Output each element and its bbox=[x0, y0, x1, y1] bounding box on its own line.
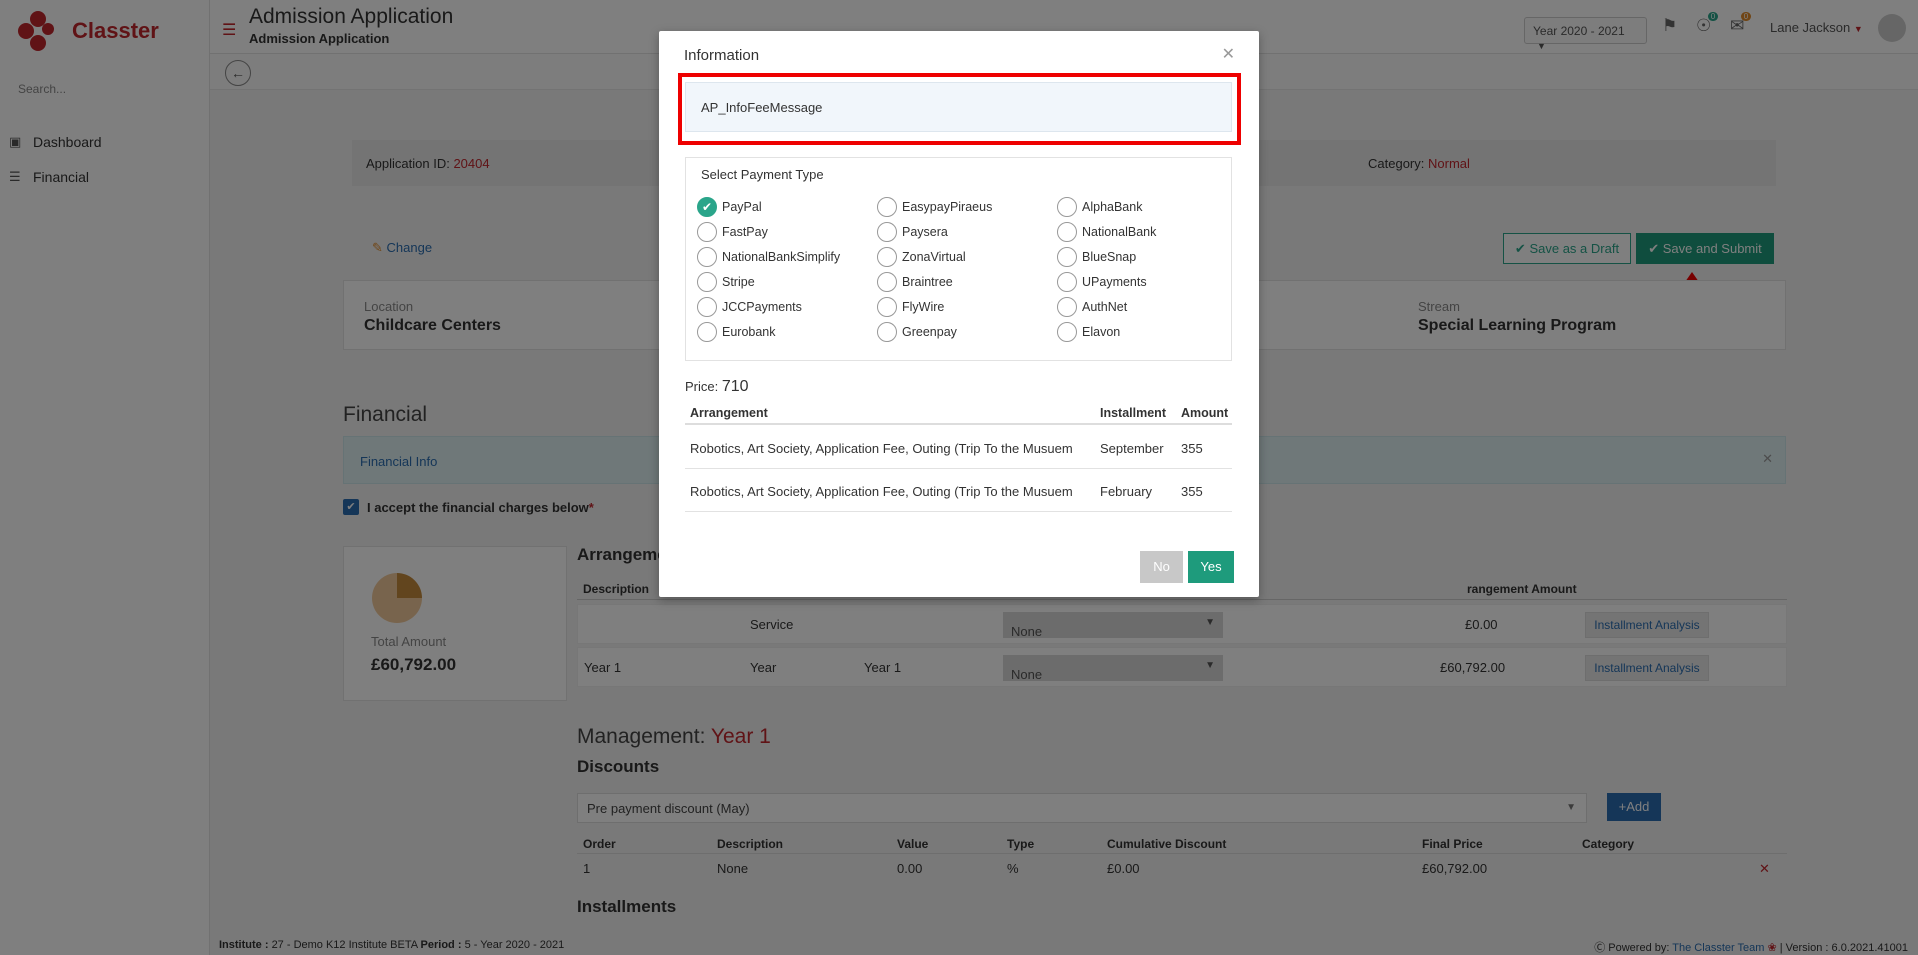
radio-icon[interactable] bbox=[1057, 297, 1077, 317]
yes-button[interactable]: Yes bbox=[1188, 551, 1234, 583]
close-icon[interactable]: ✕ bbox=[1222, 44, 1235, 64]
payment-option-label: FlyWire bbox=[902, 300, 945, 314]
payment-option-label: AuthNet bbox=[1082, 300, 1128, 314]
payment-option-stripe[interactable]: Stripe bbox=[697, 272, 755, 292]
payment-option-label: JCCPayments bbox=[722, 300, 802, 314]
table-row: Robotics, Art Society, Application Fee, … bbox=[685, 427, 1232, 469]
payment-option-label: EasypayPiraeus bbox=[902, 200, 993, 214]
price-value: 710 bbox=[721, 378, 749, 395]
payment-option-elavon[interactable]: Elavon bbox=[1057, 322, 1120, 342]
payment-option-label: Eurobank bbox=[722, 325, 776, 339]
radio-icon[interactable] bbox=[1057, 197, 1077, 217]
radio-checked-icon[interactable]: ✔ bbox=[697, 197, 717, 217]
payment-option-greenpay[interactable]: Greenpay bbox=[877, 322, 957, 342]
radio-icon[interactable] bbox=[877, 197, 897, 217]
payment-option-nationalbanksimplify[interactable]: NationalBankSimplify bbox=[697, 247, 840, 267]
payment-option-easypaypiraeus[interactable]: EasypayPiraeus bbox=[877, 197, 992, 217]
payment-option-jccpayments[interactable]: JCCPayments bbox=[697, 297, 802, 317]
information-dialog: Information ✕ AP_InfoFeeMessage Select P… bbox=[659, 31, 1259, 597]
payment-type-panel: Select Payment Type ✔ PayPal EasypayPiraeu… bbox=[685, 157, 1232, 361]
radio-icon[interactable] bbox=[1057, 322, 1077, 342]
payment-option-label: Stripe bbox=[722, 275, 755, 289]
radio-icon[interactable] bbox=[697, 322, 717, 342]
payment-option-label: FastPay bbox=[722, 225, 768, 239]
radio-icon[interactable] bbox=[1057, 272, 1077, 292]
payment-option-braintree[interactable]: Braintree bbox=[877, 272, 953, 292]
radio-icon[interactable] bbox=[877, 272, 897, 292]
radio-icon[interactable] bbox=[697, 222, 717, 242]
payment-option-paysera[interactable]: Paysera bbox=[877, 222, 948, 242]
payment-option-label: Paysera bbox=[902, 225, 948, 239]
no-button[interactable]: No bbox=[1140, 551, 1183, 583]
price: Price: 710 bbox=[685, 378, 749, 396]
payment-option-label: NationalBankSimplify bbox=[722, 250, 841, 264]
payment-type-title: Select Payment Type bbox=[701, 167, 824, 182]
annotation-highlight-box bbox=[678, 73, 1241, 145]
payment-option-label: BlueSnap bbox=[1082, 250, 1137, 264]
payment-option-bluesnap[interactable]: BlueSnap bbox=[1057, 247, 1136, 267]
payment-option-label: ZonaVirtual bbox=[902, 250, 966, 264]
payment-option-eurobank[interactable]: Eurobank bbox=[697, 322, 776, 342]
payment-option-alphabank[interactable]: AlphaBank bbox=[1057, 197, 1142, 217]
price-label: Price: bbox=[685, 379, 719, 394]
payment-option-paypal[interactable]: ✔ PayPal bbox=[697, 197, 762, 217]
payment-option-label: Elavon bbox=[1082, 325, 1121, 339]
radio-icon[interactable] bbox=[877, 222, 897, 242]
radio-icon[interactable] bbox=[697, 297, 717, 317]
payment-option-fastpay[interactable]: FastPay bbox=[697, 222, 768, 242]
payment-option-label: UPayments bbox=[1082, 275, 1147, 289]
installments-table-header: Arrangement Installment Amount bbox=[685, 400, 1232, 425]
radio-icon[interactable] bbox=[1057, 222, 1077, 242]
payment-option-authnet[interactable]: AuthNet bbox=[1057, 297, 1127, 317]
payment-option-label: Greenpay bbox=[902, 325, 957, 339]
radio-icon[interactable] bbox=[877, 297, 897, 317]
payment-option-label: Braintree bbox=[902, 275, 953, 289]
payment-option-nationalbank[interactable]: NationalBank bbox=[1057, 222, 1156, 242]
radio-icon[interactable] bbox=[1057, 247, 1077, 267]
radio-icon[interactable] bbox=[877, 247, 897, 267]
payment-option-label: AlphaBank bbox=[1082, 200, 1143, 214]
radio-icon[interactable] bbox=[877, 322, 897, 342]
payment-option-label: NationalBank bbox=[1082, 225, 1157, 239]
payment-option-label: PayPal bbox=[722, 200, 762, 214]
payment-option-zonavirtual[interactable]: ZonaVirtual bbox=[877, 247, 966, 267]
dialog-title: Information bbox=[684, 47, 760, 64]
radio-icon[interactable] bbox=[697, 247, 717, 267]
payment-option-flywire[interactable]: FlyWire bbox=[877, 297, 944, 317]
radio-icon[interactable] bbox=[697, 272, 717, 292]
table-row: Robotics, Art Society, Application Fee, … bbox=[685, 470, 1232, 512]
payment-option-upayments[interactable]: UPayments bbox=[1057, 272, 1147, 292]
